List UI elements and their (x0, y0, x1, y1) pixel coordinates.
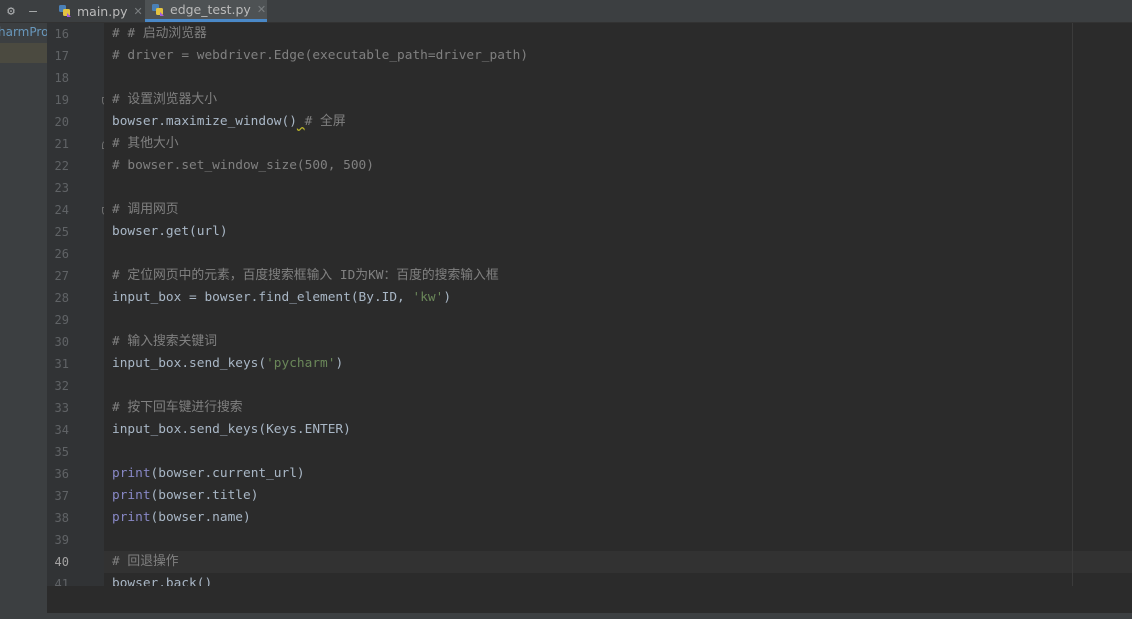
current-line-highlight (104, 551, 1132, 573)
line-number: 17 (54, 49, 69, 63)
project-panel: harmProj (0, 23, 47, 613)
code-line: input_box.send_keys('pycharm') (112, 356, 344, 371)
gear-icon[interactable]: ⚙ (0, 0, 22, 22)
line-number: 37 (54, 489, 69, 503)
code-line: # 输入搜索关键词 (112, 334, 217, 349)
right-margin-guide (1072, 23, 1073, 586)
code-line: # 调用网页 (112, 202, 179, 217)
close-icon[interactable]: ✕ (134, 5, 143, 18)
code-line: # 定位网页中的元素，百度搜索框输入 ID为KW：百度的搜索输入框 (112, 268, 499, 283)
code-line: print(bowser.name) (112, 510, 251, 525)
line-number: 25 (54, 225, 69, 239)
code-line: print(bowser.current_url) (112, 466, 305, 481)
code-line: bowser.back() (112, 576, 213, 586)
status-bar (0, 613, 1132, 619)
line-number-gutter[interactable]: 16 17 18 19 20 21 22 23 24 25 26 27 28 2… (47, 23, 104, 586)
tab-label: main.py (77, 3, 128, 19)
project-selected-row[interactable] (0, 43, 47, 63)
code-line-current: # 回退操作 (112, 554, 179, 569)
line-number: 16 (54, 27, 69, 41)
code-line: # 设置浏览器大小 (112, 92, 217, 107)
tab-label: edge_test.py (170, 2, 251, 17)
code-line: # 按下回车键进行搜索 (112, 400, 243, 415)
line-number: 32 (54, 379, 69, 393)
project-root-item[interactable]: harmProj (0, 23, 47, 41)
code-line: # bowser.set_window_size(500, 500) (112, 158, 374, 173)
tab-main-py[interactable]: main.py ✕ (52, 0, 144, 22)
tab-edge-test-py[interactable]: edge_test.py ✕ (145, 0, 267, 22)
code-line: bowser.get(url) (112, 224, 228, 239)
line-number: 33 (54, 401, 69, 415)
line-number: 38 (54, 511, 69, 525)
line-number: 41 (54, 577, 69, 586)
line-number: 19 (54, 93, 69, 107)
line-number: 39 (54, 533, 69, 547)
line-number: 29 (54, 313, 69, 327)
line-number: 24 (54, 203, 69, 217)
line-number: 36 (54, 467, 69, 481)
code-editor[interactable]: # # 启动浏览器 # driver = webdriver.Edge(exec… (104, 23, 1132, 586)
code-line: # # 启动浏览器 (112, 26, 207, 41)
line-number: 20 (54, 115, 69, 129)
code-line: # driver = webdriver.Edge(executable_pat… (112, 48, 529, 63)
line-number: 18 (54, 71, 69, 85)
code-line: input_box.send_keys(Keys.ENTER) (112, 422, 351, 437)
minimize-icon[interactable]: — (22, 0, 44, 22)
code-line: print(bowser.title) (112, 488, 259, 503)
line-number: 34 (54, 423, 69, 437)
code-line: # 其他大小 (112, 136, 179, 151)
line-number: 31 (54, 357, 69, 371)
line-number-current: 40 (54, 555, 69, 569)
line-number: 22 (54, 159, 69, 173)
line-number: 35 (54, 445, 69, 459)
close-icon[interactable]: ✕ (257, 3, 266, 16)
code-line: input_box = bowser.find_element(By.ID, '… (112, 290, 452, 305)
line-number: 26 (54, 247, 69, 261)
python-file-icon (151, 3, 165, 17)
editor-tab-bar: ⚙ — main.py ✕ edge_test.py ✕ (0, 0, 1132, 23)
line-number: 30 (54, 335, 69, 349)
line-number: 21 (54, 137, 69, 151)
horizontal-scroll-area[interactable] (47, 586, 1132, 613)
python-file-icon (58, 4, 72, 18)
code-line: bowser.maximize_window() # 全屏 (112, 114, 346, 129)
line-number: 23 (54, 181, 69, 195)
line-number: 28 (54, 291, 69, 305)
line-number: 27 (54, 269, 69, 283)
